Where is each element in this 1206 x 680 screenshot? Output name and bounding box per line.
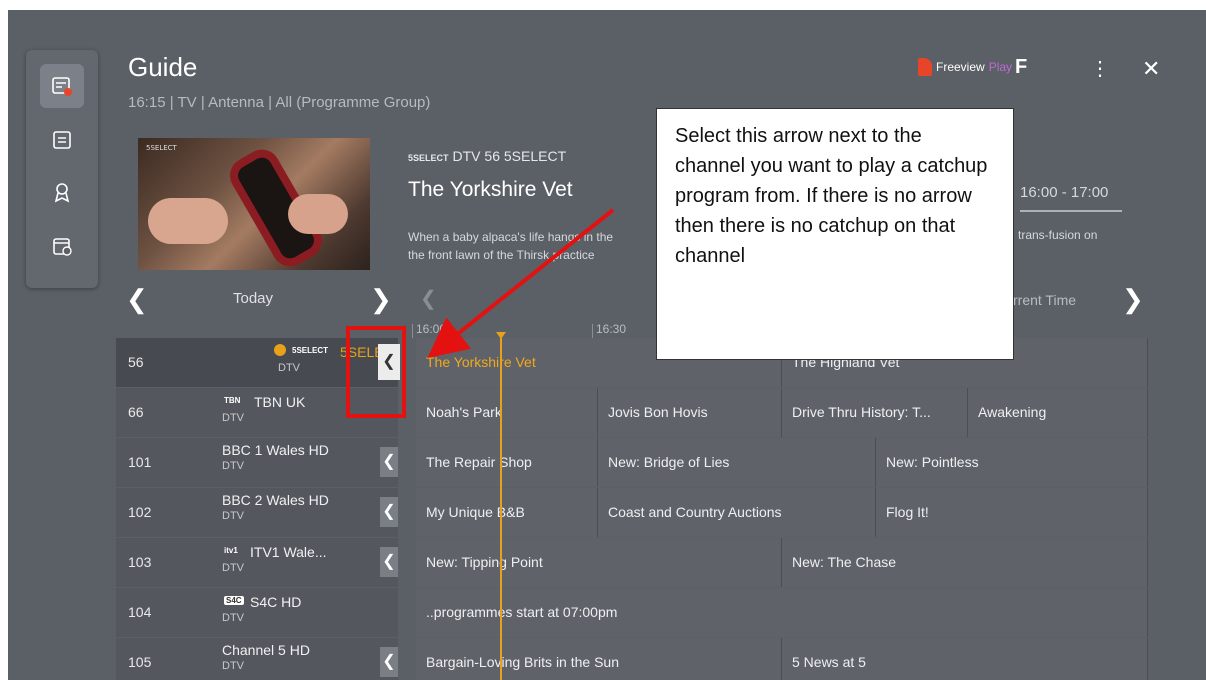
channel-type: DTV — [222, 562, 244, 574]
programme-cell[interactable]: My Unique B&B — [416, 488, 598, 537]
close-icon[interactable]: ✕ — [1142, 56, 1160, 82]
guide-icon[interactable] — [40, 64, 84, 108]
channel-row[interactable]: 102 BBC 2 Wales HD DTV ❮ My Unique B&B C… — [116, 488, 1148, 538]
channel-name: Channel 5 HD — [222, 642, 310, 658]
channel-number: 105 — [116, 638, 166, 680]
channel-row[interactable]: 101 BBC 1 Wales HD DTV ❮ The Repair Shop… — [116, 438, 1148, 488]
channel-number: 104 — [116, 588, 166, 637]
more-options-icon[interactable]: ⋮ — [1090, 56, 1110, 81]
channel-cell[interactable]: Channel 5 HD DTV — [166, 638, 398, 680]
programme-thumbnail: 5SELECT — [138, 138, 370, 270]
now-time-marker-icon — [496, 332, 506, 339]
preview-channel-line: 5SELECT DTV 56 5SELECT — [408, 148, 566, 164]
channel-logo: itv1 — [224, 546, 238, 555]
page-subtitle: 16:15 | TV | Antenna | All (Programme Gr… — [128, 94, 431, 111]
programme-cell[interactable]: Flog It! — [876, 488, 1148, 537]
thumb-hand-shape — [288, 194, 348, 234]
channel-type: DTV — [222, 660, 244, 672]
favourite-check-icon — [274, 344, 286, 356]
time-tick-label: 16:30 — [596, 322, 627, 336]
brand-name: Freeview — [936, 60, 985, 74]
programme-cell[interactable]: The Repair Shop — [416, 438, 598, 487]
preview-programme-title: The Yorkshire Vet — [408, 178, 573, 201]
annotation-highlight-box — [346, 326, 406, 418]
channel-number: 102 — [116, 488, 166, 537]
programme-cell[interactable]: Coast and Country Auctions — [598, 488, 876, 537]
preview-description: When a baby alpaca's life hangs in the t… — [408, 228, 678, 264]
channel-type: DTV — [222, 510, 244, 522]
description-line: When a baby alpaca's life hangs in the — [408, 230, 614, 244]
tv-screen: Guide 16:15 | TV | Antenna | All (Progra… — [8, 10, 1206, 680]
annotation-callout: Select this arrow next to the channel yo… — [656, 108, 1014, 360]
side-rail — [26, 50, 98, 288]
channel-cell[interactable]: BBC 1 Wales HD DTV — [166, 438, 398, 487]
channel-row[interactable]: 104 S4C S4C HD DTV ..programmes start at… — [116, 588, 1148, 638]
channel-name: S4C HD — [250, 594, 302, 610]
preview-description-right: trans-fusion on — [1018, 228, 1098, 242]
programme-cell[interactable]: ..programmes start at 07:00pm — [416, 588, 1148, 637]
preview-channel-logo: 5SELECT — [408, 153, 449, 163]
channel-row[interactable]: 103 itv1 ITV1 Wale... DTV ❮ New: Tipping… — [116, 538, 1148, 588]
channel-logo: 5SELECT — [292, 346, 329, 355]
thumb-channel-logo: 5SELECT — [146, 144, 177, 152]
channel-number: 103 — [116, 538, 166, 587]
programme-cell[interactable]: Jovis Bon Hovis — [598, 388, 782, 437]
catchup-arrow-button[interactable]: ❮ — [380, 647, 398, 677]
day-label: Today — [233, 290, 274, 307]
channel-type: DTV — [222, 460, 244, 472]
catchup-arrow-button[interactable]: ❮ — [380, 497, 398, 527]
description-line: the front lawn of the Thirsk practice — [408, 248, 595, 262]
next-day-arrow-icon[interactable]: ❯ — [370, 284, 392, 315]
freeview-play-logo: Freeview Play — [918, 58, 1012, 76]
page-title: Guide — [128, 52, 198, 82]
channel-cell[interactable]: itv1 ITV1 Wale... DTV — [166, 538, 398, 587]
channel-number: 56 — [116, 338, 166, 387]
channel-logo: TBN — [224, 396, 241, 405]
now-time-line — [500, 338, 502, 680]
preview-time-range: 16:00 - 17:00 — [1020, 184, 1109, 201]
freeview-f-icon[interactable]: F — [1015, 56, 1027, 79]
channel-number: 101 — [116, 438, 166, 487]
time-tick — [592, 324, 593, 338]
channel-type: DTV — [222, 612, 244, 624]
programme-cell[interactable]: New: The Chase — [782, 538, 1148, 587]
channel-number: 66 — [116, 388, 166, 437]
programme-cell[interactable]: New: Bridge of Lies — [598, 438, 876, 487]
guide-grid: 56 5SELECT 5SELECT DTV ❮ The Yorkshire V… — [116, 338, 1148, 680]
programme-cell[interactable]: New: Tipping Point — [416, 538, 782, 587]
thumb-hand-shape — [148, 198, 228, 244]
schedule-icon[interactable] — [40, 224, 84, 268]
current-time-button[interactable]: rrent Time — [1013, 292, 1076, 308]
list-icon[interactable] — [40, 118, 84, 162]
channel-row[interactable]: 105 Channel 5 HD DTV ❮ Bargain-Loving Br… — [116, 638, 1148, 680]
channel-cell[interactable]: S4C S4C HD DTV — [166, 588, 398, 637]
programme-cell[interactable]: Drive Thru History: T... — [782, 388, 968, 437]
prev-day-arrow-icon[interactable]: ❮ — [126, 284, 148, 315]
freeview-mark-icon — [918, 58, 932, 76]
programme-cell[interactable]: 5 News at 5 — [782, 638, 1148, 680]
programme-cell[interactable]: Awakening — [968, 388, 1148, 437]
time-tick-label: 16:00 — [416, 322, 447, 336]
programme-cell[interactable]: New: Pointless — [876, 438, 1148, 487]
time-progress-bar — [1020, 210, 1122, 212]
time-tick — [412, 324, 413, 338]
channel-cell[interactable]: BBC 2 Wales HD DTV — [166, 488, 398, 537]
channel-name: BBC 2 Wales HD — [222, 492, 329, 508]
brand-play: Play — [988, 60, 1013, 74]
programme-cell[interactable]: Noah's Park — [416, 388, 598, 437]
next-time-arrow-icon[interactable]: ❯ — [1122, 284, 1144, 315]
channel-logo: S4C — [224, 596, 244, 605]
preview-channel-text: DTV 56 5SELECT — [452, 148, 567, 164]
programme-cell[interactable]: Bargain-Loving Brits in the Sun — [416, 638, 782, 680]
channel-row[interactable]: 66 TBN TBN UK DTV Noah's Park Jovis Bon … — [116, 388, 1148, 438]
channel-name: ITV1 Wale... — [250, 544, 327, 560]
award-icon[interactable] — [40, 170, 84, 214]
catchup-arrow-button[interactable]: ❮ — [380, 447, 398, 477]
channel-name: BBC 1 Wales HD — [222, 442, 329, 458]
prev-time-arrow-icon[interactable]: ❮ — [420, 286, 437, 311]
catchup-arrow-button[interactable]: ❮ — [380, 547, 398, 577]
